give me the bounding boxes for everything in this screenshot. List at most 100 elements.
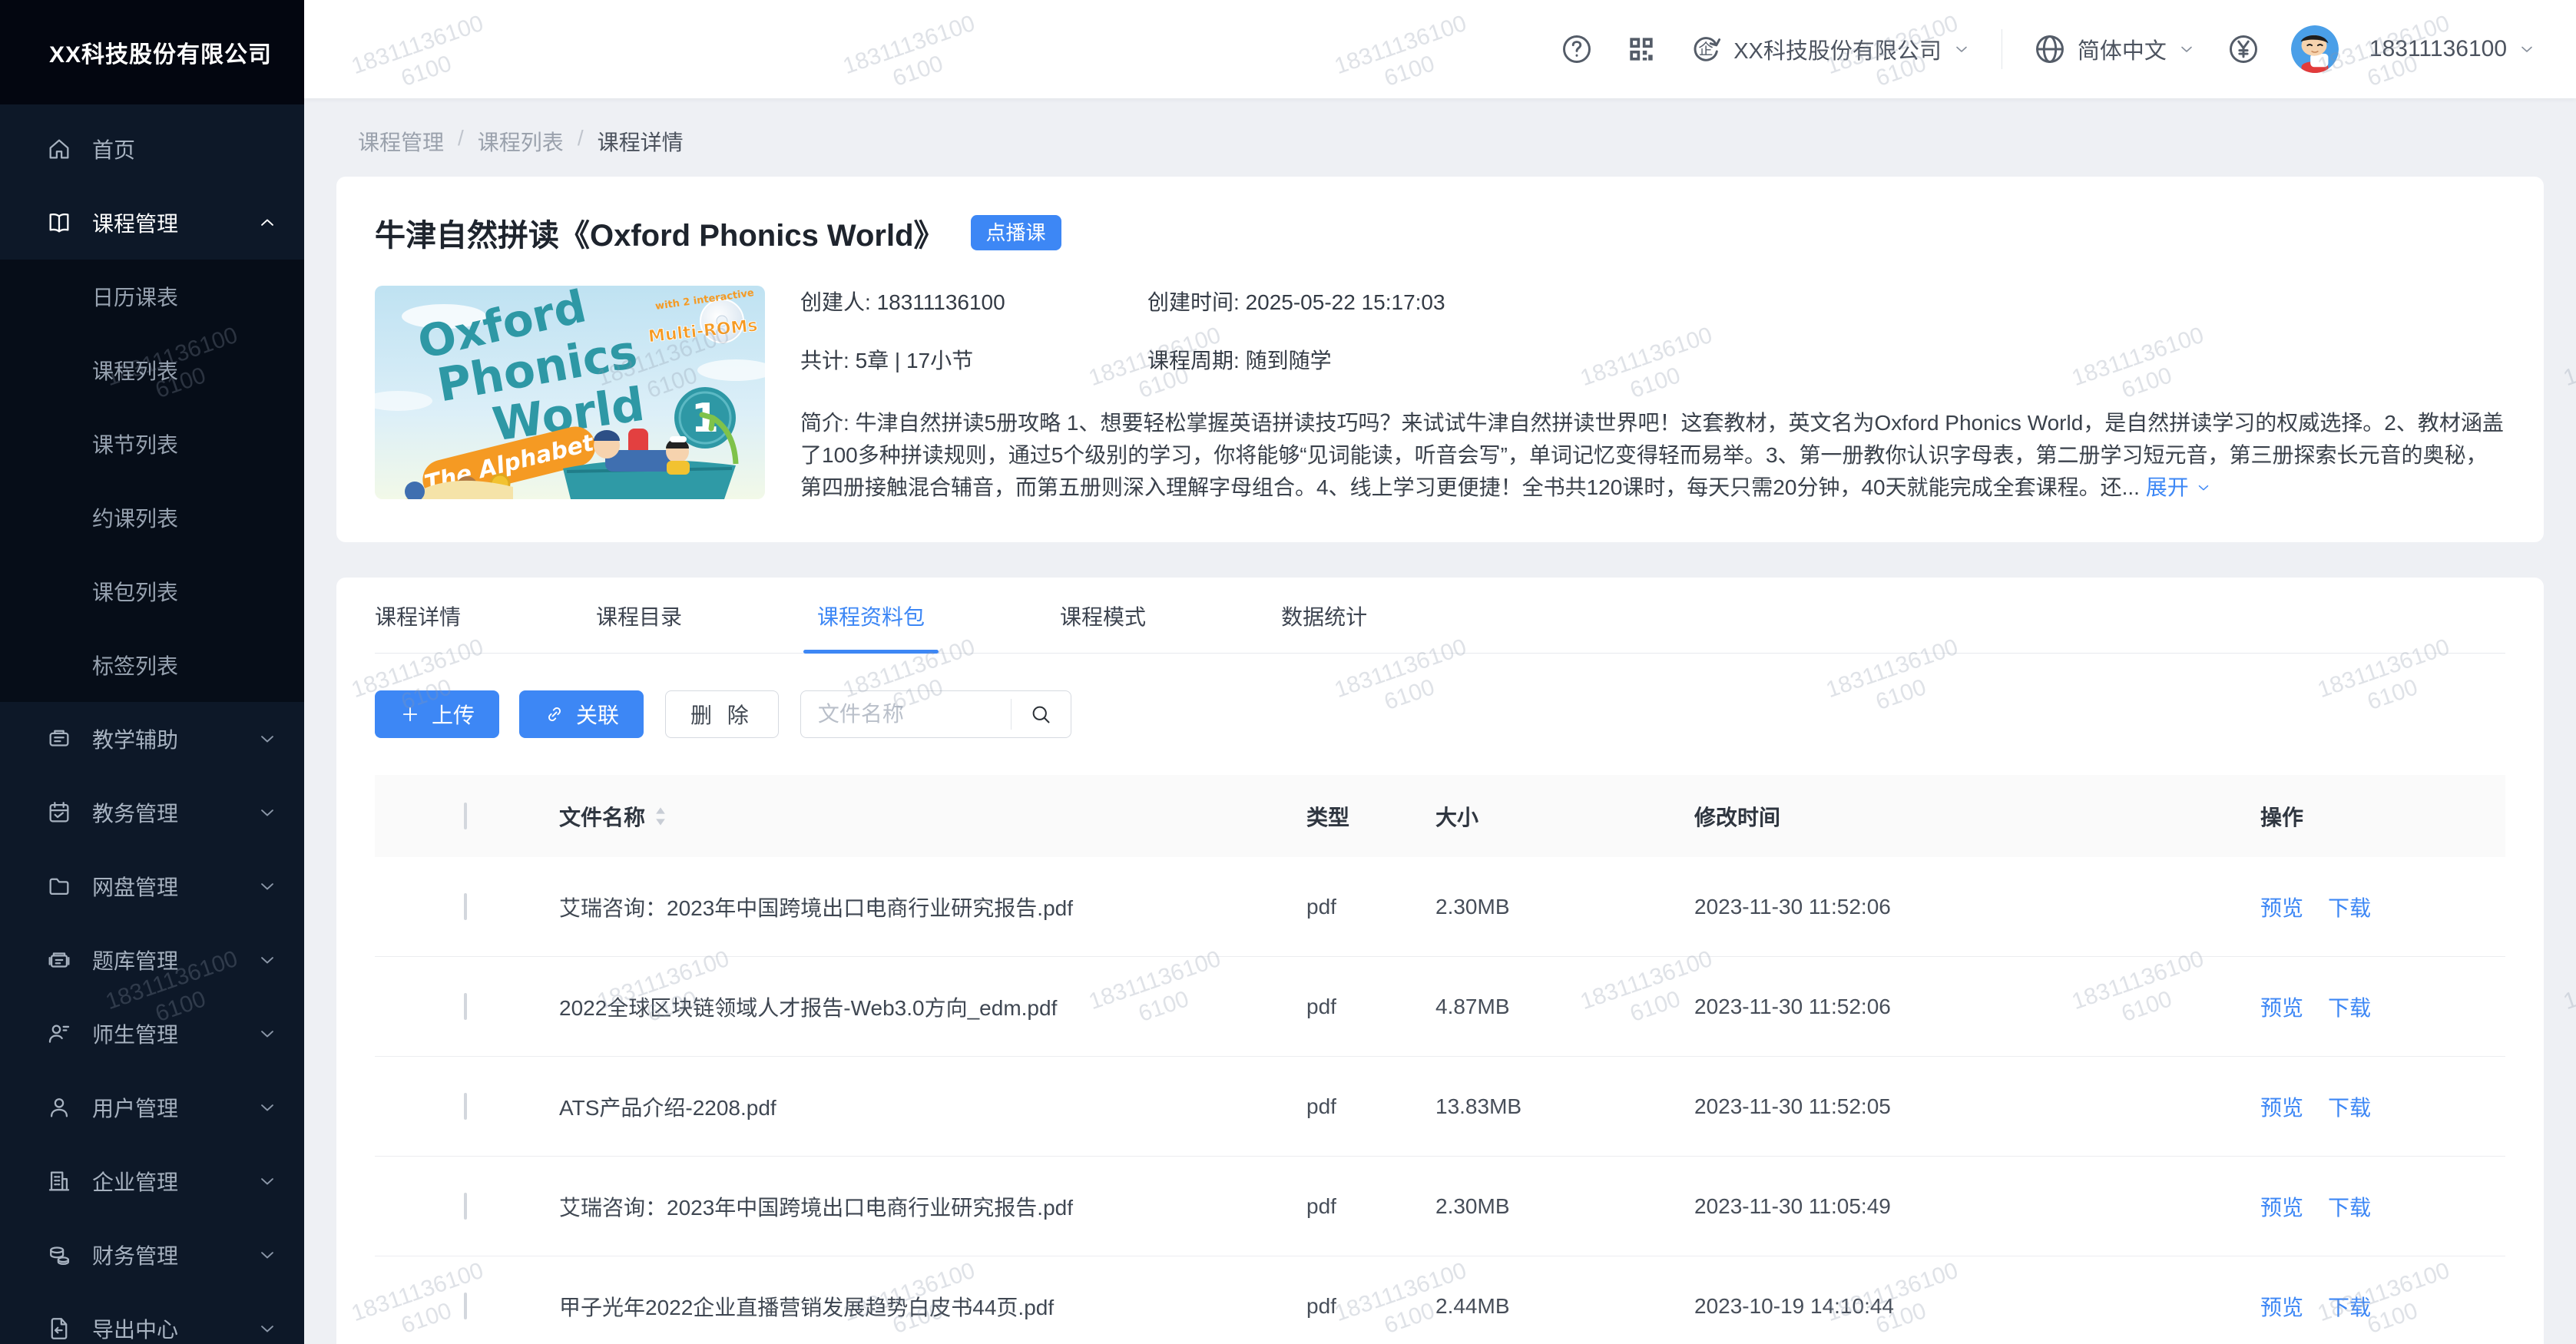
column-type: 类型: [1306, 801, 1435, 832]
sidebar-group-item[interactable]: 教学辅助: [0, 702, 304, 776]
chevron-down-icon: [257, 1023, 278, 1044]
user-menu[interactable]: 18311136100: [2369, 36, 2536, 62]
cell-type: pdf: [1306, 1294, 1435, 1319]
sidebar-group-item[interactable]: 用户管理: [0, 1071, 304, 1144]
course-tabs: 课程详情 课程目录 课程资料包 课程模式 数据统计: [375, 578, 2505, 654]
cell-size: 13.83MB: [1435, 1094, 1694, 1119]
language-switcher[interactable]: 简体中文: [2033, 32, 2196, 66]
sidebar-group-item[interactable]: 导出中心: [0, 1292, 304, 1344]
breadcrumb-course-list[interactable]: 课程列表: [478, 126, 564, 157]
chevron-up-icon: [257, 212, 278, 233]
chevron-down-icon: [257, 1318, 278, 1339]
row-checkbox[interactable]: [464, 893, 467, 920]
yen-circle-icon[interactable]: [2227, 32, 2260, 66]
file-table-body: 艾瑞咨询：2023年中国跨境出口电商行业研究报告.pdf pdf 2.30MB …: [375, 857, 2505, 1344]
download-link[interactable]: 下载: [2328, 1091, 2371, 1122]
download-link[interactable]: 下载: [2328, 991, 2371, 1022]
teacher-student-icon: [46, 1021, 72, 1047]
top-header: 企 XX科技股份有限公司 简体中文: [304, 0, 2576, 98]
cell-type: pdf: [1306, 995, 1435, 1019]
associate-button[interactable]: 关联: [519, 690, 644, 738]
chevron-down-icon: [257, 1097, 278, 1118]
course-created-time: 创建时间: 2025-05-22 15:17:03: [1147, 286, 2505, 316]
file-search: [800, 690, 1071, 738]
sidebar-item-home[interactable]: 首页: [0, 112, 304, 186]
cell-modified: 2023-11-30 11:52:06: [1694, 995, 2260, 1019]
sidebar-subitem[interactable]: 课程列表: [0, 333, 304, 407]
user-name: 18311136100: [2369, 36, 2507, 62]
avatar-image: [2291, 25, 2339, 73]
course-description: 简介: 牛津自然拼读5册攻略 1、想要轻松掌握英语拼读技巧吗？来试试牛津自然拼读…: [800, 407, 2505, 504]
course-cover-art: Oxford Phonics World 1 with 2 interactiv…: [375, 286, 765, 499]
table-row: 艾瑞咨询：2023年中国跨境出口电商行业研究报告.pdf pdf 2.30MB …: [375, 1157, 2505, 1256]
sidebar-subitem[interactable]: 约课列表: [0, 481, 304, 554]
sort-desc-icon: [653, 817, 668, 827]
expand-link[interactable]: 展开: [2146, 475, 2212, 499]
download-link[interactable]: 下载: [2328, 1191, 2371, 1222]
course-cover: Oxford Phonics World 1 with 2 interactiv…: [375, 286, 765, 499]
sidebar-group-item[interactable]: 财务管理: [0, 1218, 304, 1292]
download-link[interactable]: 下载: [2328, 1291, 2371, 1322]
org-name: XX科技股份有限公司: [1733, 33, 1942, 65]
cell-file-name: ATS产品介绍-2208.pdf: [559, 1091, 1306, 1122]
tab-课程模式[interactable]: 课程模式: [1060, 601, 1146, 653]
preview-link[interactable]: 预览: [2260, 1091, 2303, 1122]
row-checkbox[interactable]: [464, 993, 467, 1020]
org-switcher[interactable]: 企 XX科技股份有限公司: [1689, 32, 1971, 66]
sort-control[interactable]: [653, 806, 668, 827]
qr-code-icon[interactable]: [1624, 32, 1658, 66]
delete-button[interactable]: 删 除: [665, 690, 779, 738]
course-info-card: 牛津自然拼读《Oxford Phonics World》 点播课: [336, 177, 2544, 542]
sidebar-subitem[interactable]: 标签列表: [0, 628, 304, 702]
tab-课程目录[interactable]: 课程目录: [596, 601, 682, 653]
calendar-check-icon: [46, 799, 72, 826]
tab-课程详情[interactable]: 课程详情: [375, 601, 461, 653]
tab-数据统计[interactable]: 数据统计: [1281, 601, 1367, 653]
chevron-down-icon: [257, 876, 278, 897]
chevron-down-icon: [257, 1170, 278, 1192]
sidebar-group-item[interactable]: 题库管理: [0, 923, 304, 997]
cell-type: pdf: [1306, 895, 1435, 919]
language-label: 简体中文: [2078, 33, 2167, 65]
chevron-down-icon: [257, 802, 278, 823]
file-toolbar: 上传 关联 删 除: [375, 690, 2505, 738]
column-size: 大小: [1435, 801, 1694, 832]
cell-size: 2.30MB: [1435, 1194, 1694, 1219]
chevron-down-icon: [2177, 40, 2196, 58]
sidebar-group-item[interactable]: 网盘管理: [0, 849, 304, 923]
sidebar-item-course-management[interactable]: 课程管理: [0, 186, 304, 260]
sidebar-subitem[interactable]: 日历课表: [0, 260, 304, 333]
coins-icon: [46, 1242, 72, 1268]
sidebar-group-item[interactable]: 教务管理: [0, 776, 304, 849]
row-checkbox[interactable]: [464, 1093, 467, 1120]
preview-link[interactable]: 预览: [2260, 892, 2303, 922]
course-type-badge: 点播课: [971, 215, 1061, 250]
preview-link[interactable]: 预览: [2260, 1291, 2303, 1322]
sidebar-subitem[interactable]: 课包列表: [0, 554, 304, 628]
tab-课程资料包[interactable]: 课程资料包: [817, 601, 925, 653]
search-button[interactable]: [1011, 699, 1071, 730]
sidebar-group-item[interactable]: 师生管理: [0, 997, 304, 1071]
preview-link[interactable]: 预览: [2260, 1191, 2303, 1222]
help-icon[interactable]: [1560, 32, 1594, 66]
sidebar-subitem[interactable]: 课节列表: [0, 407, 304, 481]
cell-modified: 2023-11-30 11:52:05: [1694, 1094, 2260, 1119]
user-icon: [46, 1094, 72, 1121]
cell-type: pdf: [1306, 1194, 1435, 1219]
course-cycle: 课程周期: 随到随学: [1147, 344, 2505, 375]
preview-link[interactable]: 预览: [2260, 991, 2303, 1022]
globe-icon: [2033, 32, 2067, 66]
row-checkbox[interactable]: [464, 1193, 467, 1220]
breadcrumb-course-management[interactable]: 课程管理: [358, 126, 444, 157]
select-all-checkbox[interactable]: [464, 803, 467, 829]
avatar[interactable]: [2291, 25, 2339, 73]
course-management-submenu: 日历课表 课程列表 课节列表 约课列表 课包列表 标签列表: [0, 260, 304, 702]
search-input[interactable]: [801, 702, 1011, 727]
chevron-down-icon: [1952, 40, 1971, 58]
sidebar-group-item[interactable]: 企业管理: [0, 1144, 304, 1218]
upload-button[interactable]: 上传: [375, 690, 499, 738]
row-checkbox[interactable]: [464, 1293, 467, 1319]
breadcrumb-separator: /: [578, 126, 584, 157]
search-icon: [1029, 703, 1052, 726]
download-link[interactable]: 下载: [2328, 892, 2371, 922]
